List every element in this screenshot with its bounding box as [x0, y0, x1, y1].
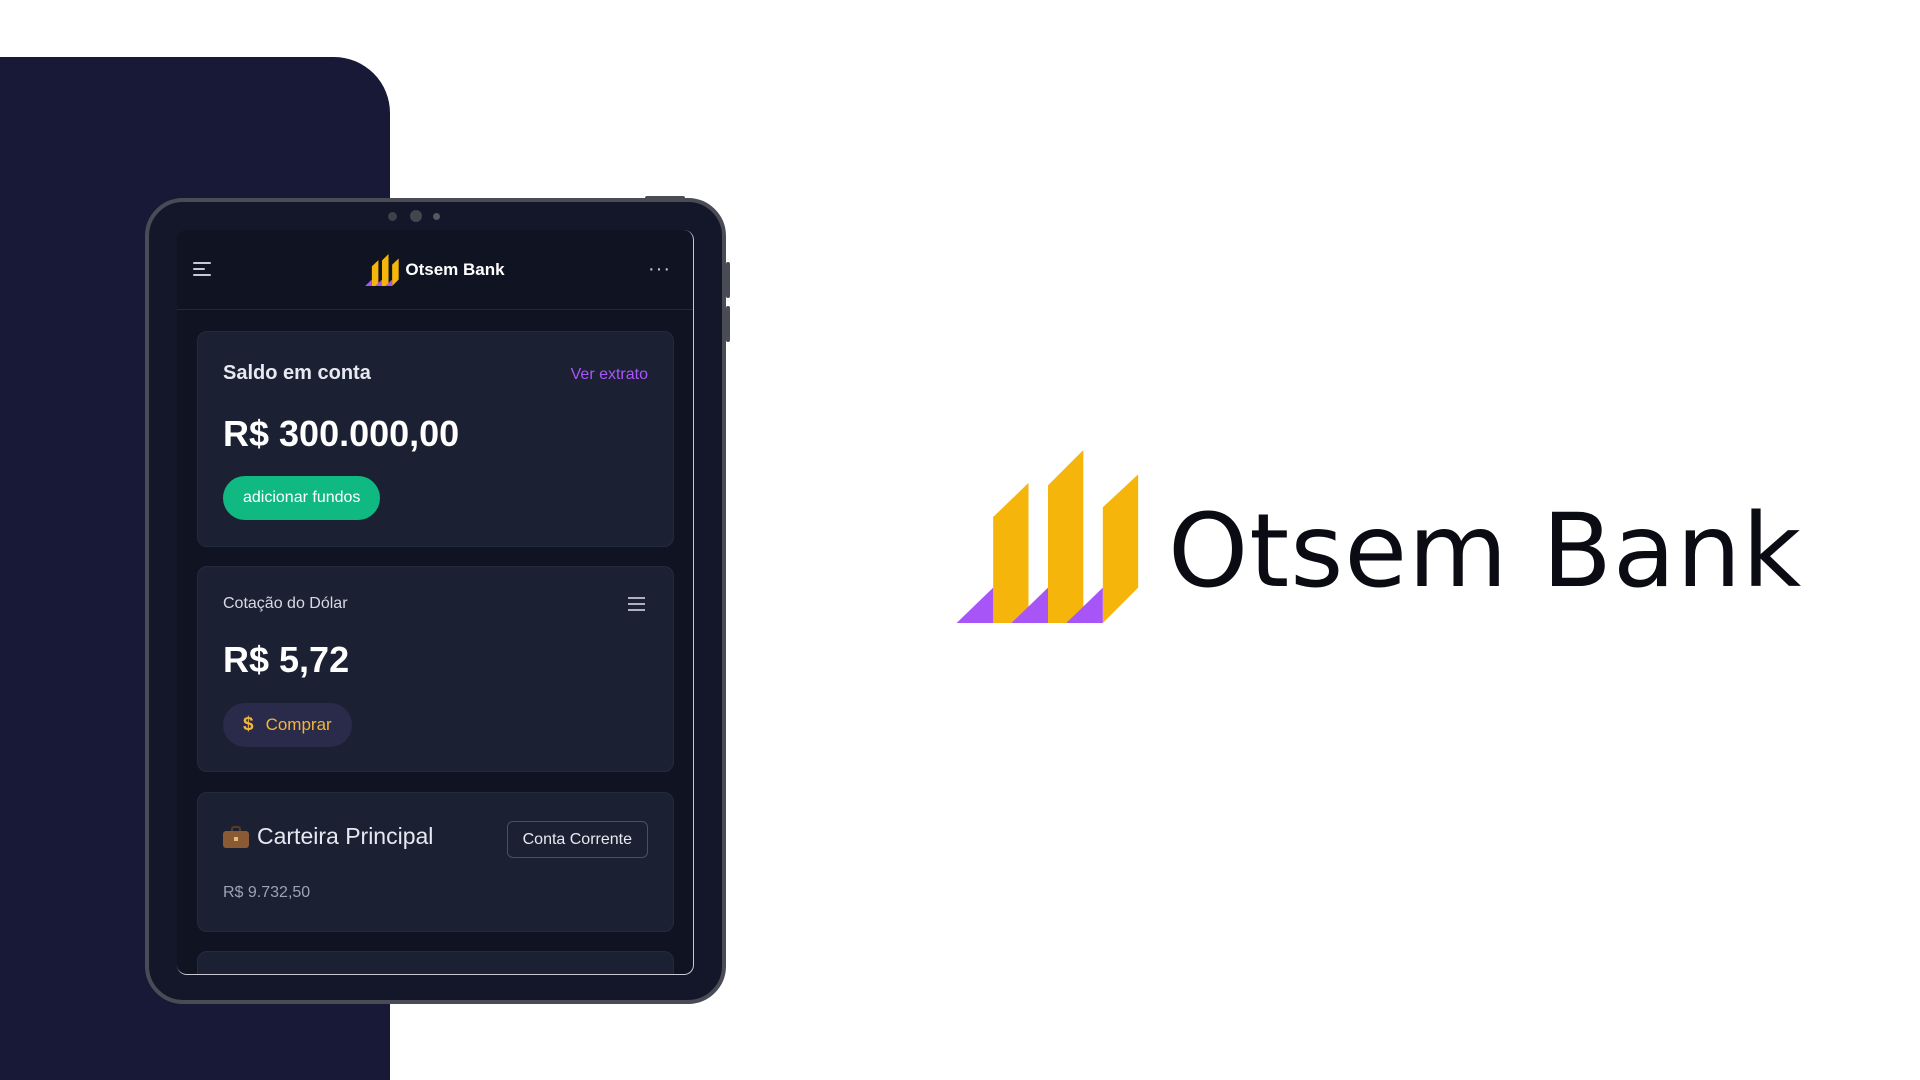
wallet-title-row: Carteira Principal [223, 823, 433, 850]
wallet-card[interactable]: Carteira Principal Conta Corrente R$ 9.7… [197, 792, 674, 932]
buy-button-label: Comprar [265, 715, 332, 734]
logo-wordmark: Otsem Bank [1168, 492, 1803, 611]
dollar-rate-amount: R$ 5,72 [223, 639, 350, 680]
briefcase-icon [223, 825, 249, 848]
camera-lens [410, 210, 422, 222]
view-statement-link[interactable]: Ver extrato [571, 366, 648, 384]
balance-card: Saldo em conta Ver extrato R$ 300.000,00… [197, 331, 674, 547]
app-header: Otsem Bank ··· [177, 230, 693, 310]
wallet-title: Carteira Principal [257, 823, 434, 849]
balance-title: Saldo em conta [223, 362, 371, 384]
balance-amount: R$ 300.000,00 [223, 413, 460, 454]
header-brand[interactable]: Otsem Bank [365, 253, 505, 286]
tablet-device: Otsem Bank ··· Saldo em conta Ver extrat… [145, 196, 730, 1004]
camera-dot [388, 212, 397, 221]
hamburger-icon[interactable] [193, 262, 213, 278]
tablet-volume-up [726, 262, 730, 298]
tablet-power-button [645, 196, 685, 200]
next-card [197, 951, 674, 974]
add-funds-button[interactable]: adicionar fundos [223, 476, 381, 520]
dollar-rate-title: Cotação do Dólar [223, 595, 348, 612]
dollar-rate-card: Cotação do Dólar R$ 5,72 $ Comprar [197, 566, 674, 772]
wallet-amount: R$ 9.732,50 [223, 884, 311, 901]
otsem-logo-mark [956, 450, 1139, 623]
camera-sensor [433, 213, 440, 220]
list-icon[interactable] [628, 597, 645, 615]
buy-button[interactable]: $ Comprar [223, 703, 352, 747]
dollar-icon: $ [243, 714, 254, 735]
header-brand-name: Otsem Bank [405, 259, 505, 279]
account-type-badge[interactable]: Conta Corrente [506, 821, 648, 858]
otsem-logo-icon [365, 253, 400, 286]
tablet-volume-down [726, 306, 730, 342]
more-horizontal-icon[interactable]: ··· [648, 258, 671, 281]
app-screen: Otsem Bank ··· Saldo em conta Ver extrat… [177, 230, 694, 975]
